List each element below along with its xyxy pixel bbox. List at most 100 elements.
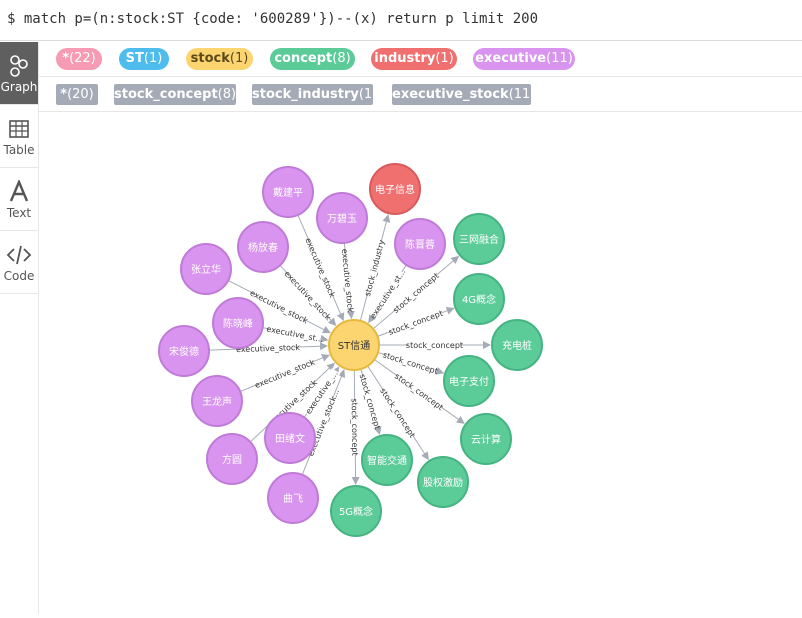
relationship-label: stock_concept: [382, 350, 439, 376]
relationship-label: stock_concept: [406, 341, 463, 350]
relationship-edge[interactable]: stock_concept: [377, 306, 455, 337]
graph-node-executive[interactable]: 张立华: [180, 243, 232, 295]
node-caption: 万碧玉: [327, 213, 357, 225]
graph-node-concept[interactable]: 股权激励: [417, 456, 469, 508]
graph-canvas[interactable]: executive_stock executive_stock stock_indu…: [40, 112, 802, 614]
rel-stock-concept-count: (8): [217, 87, 237, 102]
view-table-label: Table: [3, 143, 35, 157]
label-industry-pill[interactable]: industry(1): [371, 48, 457, 70]
view-sidebar: Graph Table Text Code: [0, 42, 39, 614]
relationship-edge[interactable]: stock_concept: [350, 369, 361, 486]
node-caption: ST信通: [338, 340, 370, 352]
label-industry-name: industry: [374, 51, 436, 66]
node-caption: 电子支付: [449, 375, 489, 388]
relationship-types-row: *(20) stock_concept(8) stock_industry(1)…: [39, 77, 802, 112]
graph-node-industry[interactable]: 电子信息: [369, 163, 421, 215]
graph-node-executive[interactable]: 方圆: [206, 433, 258, 485]
rel-stock-industry-tag[interactable]: stock_industry(1): [252, 84, 377, 105]
label-stock-pill[interactable]: stock(1): [186, 48, 253, 70]
view-graph-label: Graph: [0, 80, 38, 94]
relationship-edge[interactable]: executive_stock: [340, 242, 356, 320]
view-table-button[interactable]: Table: [0, 105, 38, 168]
rel-all-count: (20): [67, 87, 94, 102]
rel-stock-industry-name: stock_industry: [252, 87, 359, 102]
label-st-count: (1): [143, 51, 163, 66]
label-all-count: (22): [69, 51, 96, 66]
view-code-button[interactable]: Code: [0, 231, 38, 294]
relationship-edge[interactable]: stock_concept: [358, 368, 383, 436]
graph-node-concept[interactable]: 智能交通: [361, 434, 413, 486]
text-icon: [9, 180, 29, 202]
view-text-button[interactable]: Text: [0, 168, 38, 231]
node-caption: 云计算: [471, 433, 501, 446]
relationship-label: stock_industry: [363, 239, 387, 298]
rel-stock-concept-tag[interactable]: stock_concept(8): [114, 84, 236, 105]
query-text: $ match p=(n:stock:ST {code: '600289'})-…: [7, 11, 539, 27]
node-caption: 股权激励: [423, 476, 463, 489]
graph-node-executive[interactable]: 杨放春: [237, 221, 289, 273]
node-caption: 杨放春: [248, 241, 278, 254]
node-caption: 曲飞: [283, 493, 303, 505]
relationship-label: stock_concept: [350, 398, 360, 455]
graph-node-concept[interactable]: 电子支付: [443, 355, 495, 407]
relationship-edge[interactable]: executive_st...: [262, 324, 329, 345]
relationship-edge[interactable]: stock_concept: [377, 350, 445, 376]
label-st-name: ST: [125, 51, 144, 66]
graph-node-concept[interactable]: 5G概念: [330, 485, 382, 537]
graph-node-executive[interactable]: 田绪文: [264, 412, 316, 464]
relationship-label: stock_concept: [393, 372, 445, 412]
relationship-label: stock_concept: [378, 387, 417, 440]
label-all-pill[interactable]: *(22): [56, 48, 102, 70]
label-executive-pill[interactable]: executive(11): [473, 48, 575, 70]
graph-node-executive[interactable]: 陈晓峰: [212, 297, 264, 349]
graph-node-center-stock[interactable]: ST信通: [328, 319, 380, 371]
label-concept-pill[interactable]: concept(8): [270, 48, 355, 70]
rel-executive-stock-name: executive_stock: [392, 87, 509, 102]
rel-stock-concept-name: stock_concept: [114, 87, 218, 102]
label-concept-name: concept: [274, 51, 333, 66]
label-executive-name: executive: [475, 51, 547, 66]
rel-executive-stock-tag[interactable]: executive_stock(11): [392, 84, 535, 105]
code-icon: [6, 245, 32, 265]
label-concept-count: (8): [332, 51, 351, 66]
node-caption: 陈晋蓉: [405, 238, 435, 251]
graph-node-executive[interactable]: 陈晋蓉: [394, 218, 446, 270]
graph-node-executive[interactable]: 宋俊德: [158, 325, 210, 377]
graph-node-executive[interactable]: 戴建平: [262, 166, 314, 218]
graph-icon: [10, 55, 28, 77]
rel-executive-stock-count: (11): [508, 87, 536, 102]
view-text-label: Text: [6, 206, 32, 220]
relationship-label: executive_st...: [266, 325, 324, 345]
graph-node-concept[interactable]: 三网融合: [453, 213, 505, 265]
relationship-label: executive_stock: [340, 248, 355, 313]
label-stock-name: stock: [190, 51, 230, 66]
graph-node-concept[interactable]: 充电桩: [491, 319, 543, 371]
label-industry-count: (1): [435, 51, 454, 66]
node-caption: 4G概念: [462, 293, 496, 306]
view-graph-button[interactable]: Graph: [0, 42, 38, 105]
node-caption: 田绪文: [275, 432, 305, 445]
rel-stock-industry-count: (1): [358, 87, 378, 102]
graph-node-concept[interactable]: 4G概念: [453, 273, 505, 325]
node-caption: 张立华: [191, 263, 221, 276]
node-labels-row: *(22) ST(1) stock(1) concept(8) industry…: [39, 42, 802, 77]
label-executive-count: (11): [546, 51, 573, 66]
node-caption: 戴建平: [273, 186, 303, 199]
table-icon: [9, 120, 29, 138]
graph-node-executive[interactable]: 曲飞: [267, 472, 319, 524]
rel-all-tag[interactable]: *(20): [56, 84, 98, 105]
node-caption: 充电桩: [502, 339, 532, 352]
node-caption: 电子信息: [375, 183, 415, 196]
graph-node-concept[interactable]: 云计算: [460, 413, 512, 465]
label-st-pill[interactable]: ST(1): [119, 48, 169, 70]
node-caption: 陈晓峰: [223, 317, 253, 330]
node-caption: 三网融合: [459, 233, 499, 246]
node-caption: 智能交通: [367, 454, 407, 467]
node-caption: 宋俊德: [169, 345, 199, 358]
graph-node-executive[interactable]: 王龙声: [191, 375, 243, 427]
graph-node-executive[interactable]: 万碧玉: [316, 192, 368, 244]
relationship-edge[interactable]: stock_concept: [379, 340, 491, 350]
query-bar[interactable]: $ match p=(n:stock:ST {code: '600289'})-…: [0, 0, 802, 41]
graph-svg[interactable]: executive_stock executive_stock stock_indu…: [40, 112, 802, 614]
node-caption: 王龙声: [202, 395, 232, 408]
